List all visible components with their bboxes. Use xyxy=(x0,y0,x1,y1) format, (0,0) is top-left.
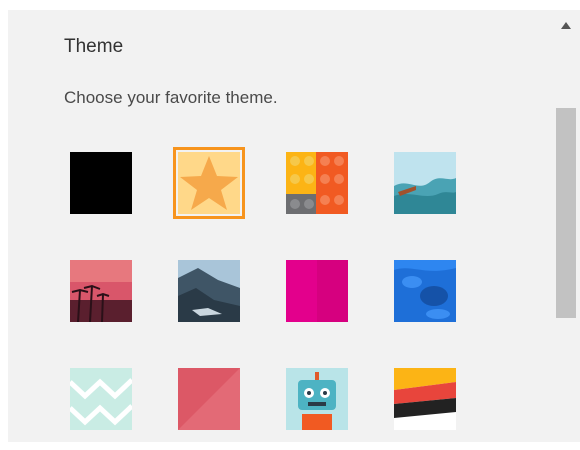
theme-tile-mint[interactable] xyxy=(70,368,132,430)
theme-tile-mountain[interactable] xyxy=(178,260,240,322)
chevron-up-icon xyxy=(560,21,571,29)
layered-stripes-icon xyxy=(394,368,456,430)
coral-pink-swatch-icon xyxy=(178,368,240,430)
palm-trees-sunset-icon xyxy=(70,260,132,322)
section-title: Theme xyxy=(64,36,124,57)
mint-chevron-pattern-icon xyxy=(70,368,132,430)
scroll-thumb[interactable] xyxy=(556,108,576,318)
theme-tile-star[interactable] xyxy=(173,147,245,219)
theme-tile-bricks[interactable] xyxy=(286,152,348,214)
theme-tile-ocean[interactable] xyxy=(394,152,456,214)
blue-water-icon xyxy=(394,260,456,322)
solid-black-swatch-icon xyxy=(70,152,132,214)
theme-tile-coral[interactable] xyxy=(178,368,240,430)
scroll-up-button[interactable] xyxy=(551,10,580,40)
mountain-landscape-icon xyxy=(178,260,240,322)
robot-icon xyxy=(286,368,348,430)
theme-tile-robot[interactable] xyxy=(286,368,348,430)
theme-tile-palms[interactable] xyxy=(70,260,132,322)
theme-tile-black[interactable] xyxy=(70,152,132,214)
theme-tile-magenta[interactable] xyxy=(286,260,348,322)
ocean-wave-icon xyxy=(394,152,456,214)
theme-settings-panel: Theme Choose your favorite theme. xyxy=(8,10,551,442)
toy-bricks-icon xyxy=(286,152,348,214)
theme-tile-stripes[interactable] xyxy=(394,368,456,430)
orange-star-icon xyxy=(178,152,240,214)
vertical-scrollbar[interactable] xyxy=(551,10,580,442)
section-description: Choose your favorite theme. xyxy=(64,88,278,107)
solid-magenta-swatch-icon xyxy=(286,260,348,322)
theme-tile-blue-water[interactable] xyxy=(394,260,456,322)
